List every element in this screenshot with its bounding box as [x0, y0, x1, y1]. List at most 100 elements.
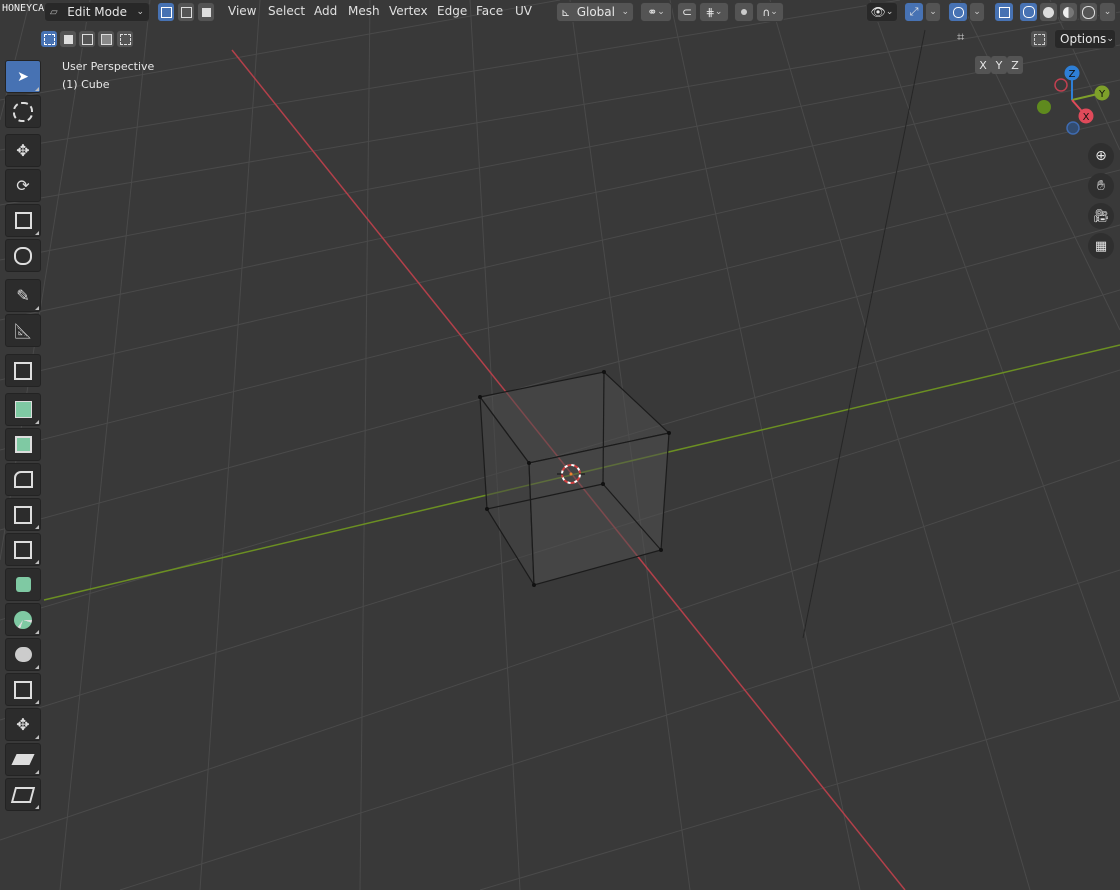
menu-edge[interactable]: Edge [437, 4, 467, 18]
tool-rip-region[interactable] [5, 778, 41, 811]
menu-add[interactable]: Add [314, 4, 337, 18]
chevron-down-icon: ⌄ [885, 7, 894, 17]
solid-sphere-icon [1043, 6, 1054, 18]
visibility-dropdown[interactable]: 👁︎ ⌄ [866, 2, 898, 22]
vertex-select-button[interactable] [157, 2, 175, 22]
mirror-y-button[interactable]: Y [991, 56, 1007, 74]
shading-solid-button[interactable] [1039, 2, 1058, 22]
snap-target-dropdown[interactable]: ⋕ ⌄ [699, 2, 729, 22]
knife-icon [14, 540, 32, 559]
chevron-down-icon: ⌄ [1103, 7, 1112, 17]
mode-dropdown[interactable]: ▱ Edit Mode ⌄ [44, 2, 150, 22]
menu-view[interactable]: View [228, 4, 256, 18]
tool-extrude-region[interactable] [5, 393, 41, 426]
perspective-grid-icon: ▦ [1094, 238, 1108, 254]
menu-face[interactable]: Face [476, 4, 503, 18]
camera-icon: 🎥︎ [1092, 208, 1110, 224]
face-select-button[interactable] [197, 2, 215, 22]
edit-mode-icon: ▱ [50, 6, 58, 18]
chevron-down-icon: ⌄ [770, 7, 778, 17]
shading-wireframe-button[interactable] [1019, 2, 1038, 22]
edge-select-icon [180, 6, 192, 18]
magnet-icon: ⊂ [681, 5, 693, 19]
overlays-toggle[interactable] [948, 2, 968, 22]
select-extend-button[interactable] [59, 30, 77, 48]
overlays-icon [952, 6, 964, 18]
tool-edge-slide[interactable] [5, 673, 41, 706]
tool-rotate[interactable]: ⟳ [5, 169, 41, 202]
auto-merge-button[interactable] [1030, 30, 1048, 48]
pivot-point-dropdown[interactable]: ⚭ ⌄ [640, 2, 672, 22]
tool-scale[interactable] [5, 204, 41, 237]
menu-mesh[interactable]: Mesh [348, 4, 380, 18]
options-dropdown[interactable]: Options ⌄ [1054, 29, 1116, 49]
inset-icon [14, 436, 32, 453]
tool-select-box[interactable]: ➤ [5, 60, 41, 93]
shrink-fatten-icon: ✥ [16, 715, 30, 734]
shading-dropdown[interactable]: ⌄ [1099, 2, 1116, 22]
neg-y-axis-dot[interactable] [1037, 100, 1051, 114]
camera-view-button[interactable]: 🎥︎ [1088, 203, 1114, 229]
chevron-down-icon: ⌄ [657, 7, 665, 17]
tool-annotate[interactable]: ✎ [5, 279, 41, 312]
mirror-z-button[interactable]: Z [1007, 56, 1023, 74]
tool-shrink-fatten[interactable]: ✥ [5, 708, 41, 741]
tool-shear[interactable] [5, 743, 41, 776]
falloff-curve-icon: ∩ [762, 5, 771, 19]
edge-select-button[interactable] [177, 2, 195, 22]
chevron-down-icon: ⌄ [621, 7, 629, 17]
gizmo-dropdown[interactable]: ⌄ [925, 2, 941, 22]
viewport-header: HONEYCAM.ORG ▱ Edit Mode ⌄ View Select A… [0, 0, 1120, 24]
tool-inset-faces[interactable] [5, 428, 41, 461]
active-object-label: (1) Cube [62, 78, 110, 91]
tool-poly-build[interactable] [5, 568, 41, 601]
face-select-icon [201, 7, 211, 17]
shading-rendered-button[interactable] [1079, 2, 1098, 22]
shading-material-button[interactable] [1059, 2, 1078, 22]
select-new-button[interactable] [40, 30, 58, 48]
transform-orientation-label: Global [576, 5, 615, 19]
menu-vertex[interactable]: Vertex [389, 4, 428, 18]
tool-3d-cursor[interactable] [5, 95, 41, 128]
options-label: Options [1060, 32, 1107, 46]
perspective-toggle-button[interactable]: ▦ [1088, 233, 1114, 259]
tool-smooth[interactable] [5, 638, 41, 671]
tool-spin[interactable] [5, 603, 41, 636]
transform-icon [14, 246, 32, 265]
snap-toggle[interactable]: ⊂ [677, 2, 697, 22]
transform-orientation-dropdown[interactable]: ⊾ Global ⌄ [556, 2, 634, 22]
chevron-down-icon: ⌄ [1106, 34, 1114, 44]
gizmo-toggle[interactable]: ⤢ [904, 2, 924, 22]
zoom-button[interactable]: ⊕ [1088, 143, 1114, 169]
select-subtract-button[interactable] [78, 30, 96, 48]
select-difference-icon [100, 33, 112, 45]
snap-grid-icon: ⋕ [705, 5, 715, 19]
3d-viewport[interactable] [0, 0, 1120, 890]
select-intersect-button[interactable] [116, 30, 134, 48]
tool-bevel[interactable] [5, 463, 41, 496]
shear-icon [11, 754, 35, 765]
menu-uv[interactable]: UV [515, 4, 532, 18]
neg-z-axis-dot[interactable] [1066, 121, 1080, 135]
scale-icon [14, 212, 32, 229]
tool-add-cube[interactable] [5, 354, 41, 387]
navigation-gizmo[interactable]: Z Y X [1028, 62, 1120, 138]
tool-move[interactable]: ✥ [5, 134, 41, 167]
tool-measure[interactable]: 📐︎ [5, 314, 41, 347]
xray-toggle[interactable] [994, 2, 1014, 22]
menu-select[interactable]: Select [268, 4, 305, 18]
add-cube-icon [14, 361, 32, 380]
tool-transform[interactable] [5, 239, 41, 272]
tool-loop-cut[interactable] [5, 498, 41, 531]
cube-mesh[interactable] [478, 370, 671, 588]
proportional-edit-toggle[interactable] [734, 2, 754, 22]
select-subtract-icon [81, 33, 93, 45]
pan-button[interactable]: ✋︎ [1088, 173, 1114, 199]
mirror-x-button[interactable]: X [975, 56, 991, 74]
falloff-dropdown[interactable]: ∩ ⌄ [756, 2, 784, 22]
extrude-icon [14, 401, 32, 418]
tool-knife[interactable] [5, 533, 41, 566]
overlays-dropdown[interactable]: ⌄ [969, 2, 985, 22]
select-difference-button[interactable] [97, 30, 115, 48]
neg-x-axis-dot[interactable] [1054, 78, 1068, 92]
